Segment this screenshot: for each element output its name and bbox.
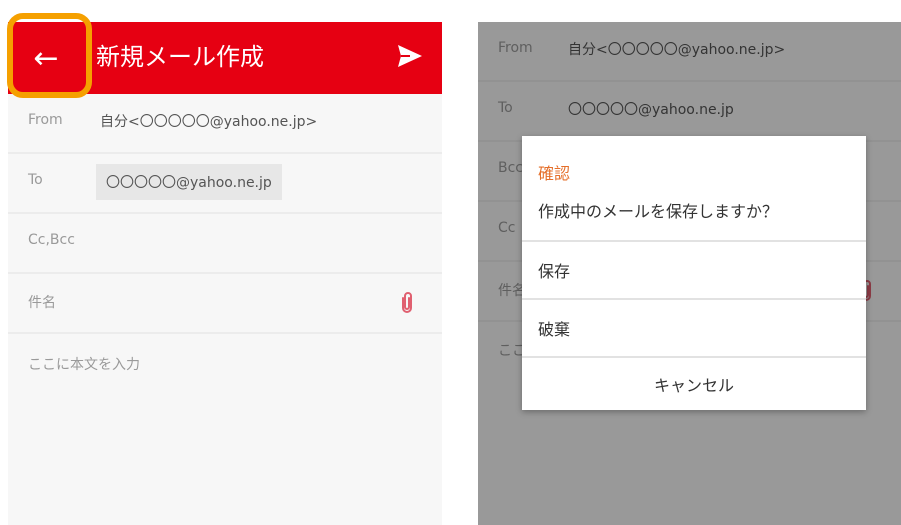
discard-option[interactable]: 破棄 — [522, 300, 866, 358]
discard-option-label: 破棄 — [538, 320, 571, 339]
save-option-label: 保存 — [538, 262, 571, 281]
cc-bcc-row[interactable]: Cc,Bcc — [8, 214, 442, 274]
from-label: From — [28, 112, 63, 128]
subject-row[interactable]: 件名 — [8, 274, 442, 334]
back-button-highlight — [7, 13, 92, 98]
body-input[interactable]: ここに本文を入力 — [28, 354, 140, 374]
confirm-screen: From 自分<〇〇〇〇〇@yahoo.ne.jp> To 〇〇〇〇〇@yaho… — [478, 22, 901, 525]
cancel-button[interactable]: キャンセル — [522, 358, 866, 410]
confirm-dialog: 確認 作成中のメールを保存しますか？ 保存 破棄 キャンセル — [522, 136, 866, 410]
subject-field[interactable]: 件名 — [28, 292, 56, 312]
dialog-message: 作成中のメールを保存しますか？ — [538, 202, 779, 221]
paperclip-icon — [402, 292, 412, 313]
page-title: 新規メール作成 — [96, 43, 264, 71]
attach-button[interactable] — [400, 290, 414, 318]
save-option[interactable]: 保存 — [522, 242, 866, 300]
to-recipient-chip[interactable]: 〇〇〇〇〇@yahoo.ne.jp — [96, 164, 282, 200]
body-area[interactable]: ここに本文を入力 — [8, 334, 442, 525]
to-label: To — [28, 172, 43, 188]
send-button[interactable] — [396, 42, 424, 74]
dialog-header: 確認 作成中のメールを保存しますか？ — [522, 136, 866, 242]
from-row: From 自分<〇〇〇〇〇@yahoo.ne.jp> — [8, 94, 442, 154]
dialog-title: 確認 — [538, 164, 571, 183]
cc-bcc-field[interactable]: Cc,Bcc — [28, 232, 75, 248]
from-value[interactable]: 自分<〇〇〇〇〇@yahoo.ne.jp> — [100, 111, 317, 131]
send-icon — [398, 45, 422, 67]
to-row[interactable]: To 〇〇〇〇〇@yahoo.ne.jp — [8, 154, 442, 214]
